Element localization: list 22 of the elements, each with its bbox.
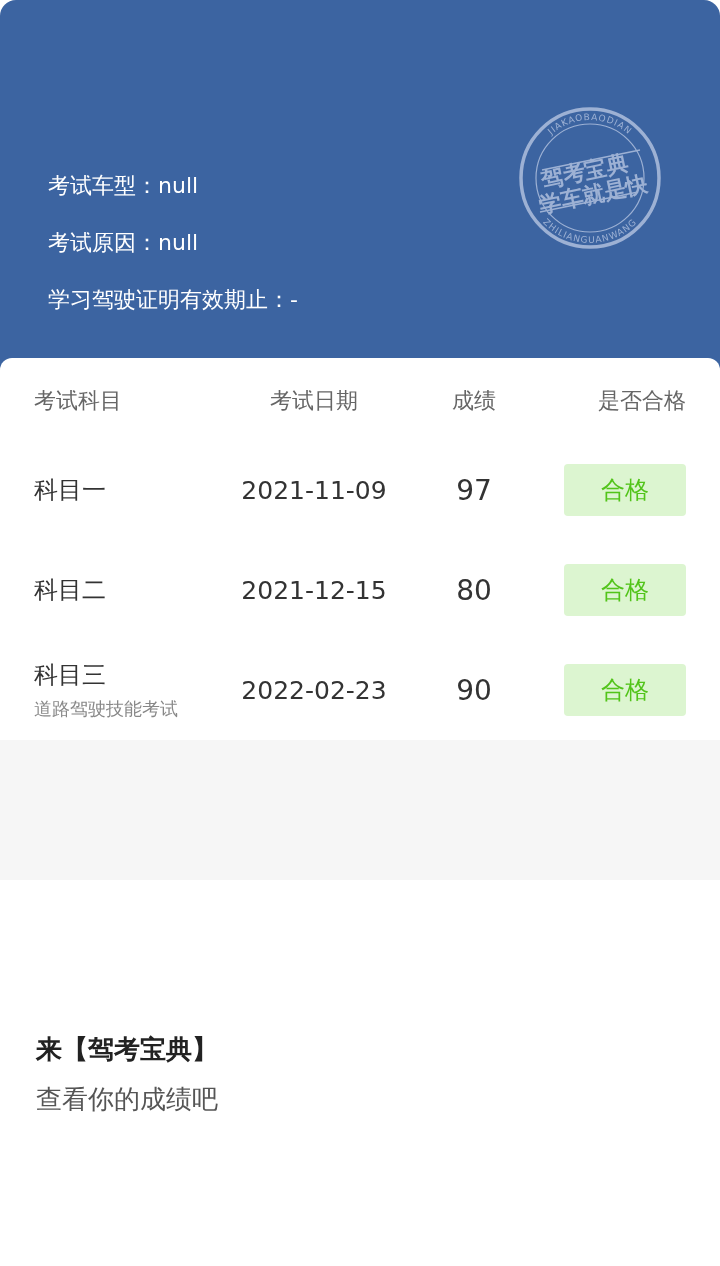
date-cell: 2022-02-23 (241, 675, 387, 705)
result-badge: 合格 (564, 564, 686, 616)
score-cell: 90 (456, 673, 492, 707)
score-cell: 80 (456, 573, 492, 607)
subject-cell-text: 科目一 (34, 475, 106, 506)
info-text: 考试原因：null (48, 229, 199, 257)
result-badge: 合格 (564, 464, 686, 516)
info-text: 学习驾驶证明有效期止：- (48, 286, 298, 314)
promo-subtitle: 查看你的成绩吧 (36, 1083, 218, 1116)
date-cell: 2021-11-09 (241, 475, 387, 505)
result-badge: 合格 (564, 664, 686, 716)
subject-cell-text: 科目二 (34, 575, 106, 606)
date-cell: 2021-12-15 (241, 575, 387, 605)
info-text: 考试车型：null (48, 172, 199, 200)
column-header: 是否合格 (598, 387, 686, 415)
column-header: 考试日期 (270, 387, 358, 415)
score-cell: 97 (456, 473, 492, 507)
column-header: 考试科目 (34, 387, 122, 415)
column-header: 成绩 (452, 387, 496, 415)
promo-title: 来【驾考宝典】 (36, 1033, 218, 1066)
subject-cell-text: 科目三 (34, 660, 107, 691)
subject-note: 道路驾驶技能考试 (34, 697, 178, 721)
